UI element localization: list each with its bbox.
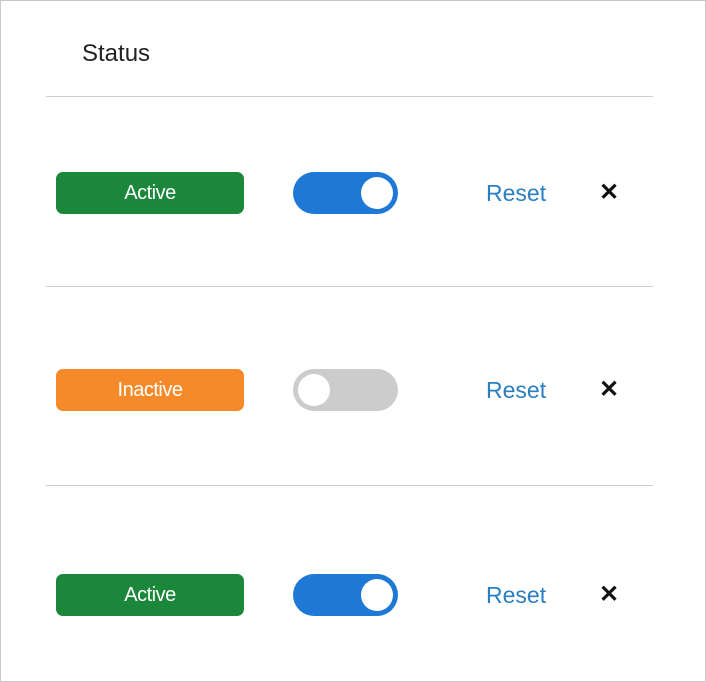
status-badge: Active [56, 172, 244, 214]
close-icon[interactable]: ✕ [599, 375, 619, 404]
status-toggle[interactable] [293, 574, 398, 616]
toggle-knob [361, 177, 393, 209]
toggle-knob [361, 579, 393, 611]
status-toggle[interactable] [293, 369, 398, 411]
status-badge: Active [56, 574, 244, 616]
divider [46, 96, 653, 97]
column-header-status: Status [82, 40, 151, 67]
reset-link[interactable]: Reset [486, 582, 546, 609]
reset-link[interactable]: Reset [486, 180, 546, 207]
status-toggle[interactable] [293, 172, 398, 214]
divider [46, 286, 653, 287]
close-icon[interactable]: ✕ [599, 580, 619, 609]
status-badge: Inactive [56, 369, 244, 411]
toggle-knob [298, 374, 330, 406]
status-row: Active Reset ✕ [0, 574, 706, 618]
divider [46, 485, 653, 486]
close-icon[interactable]: ✕ [599, 178, 619, 207]
status-row: Active Reset ✕ [0, 172, 706, 216]
status-row: Inactive Reset ✕ [0, 369, 706, 413]
reset-link[interactable]: Reset [486, 377, 546, 404]
